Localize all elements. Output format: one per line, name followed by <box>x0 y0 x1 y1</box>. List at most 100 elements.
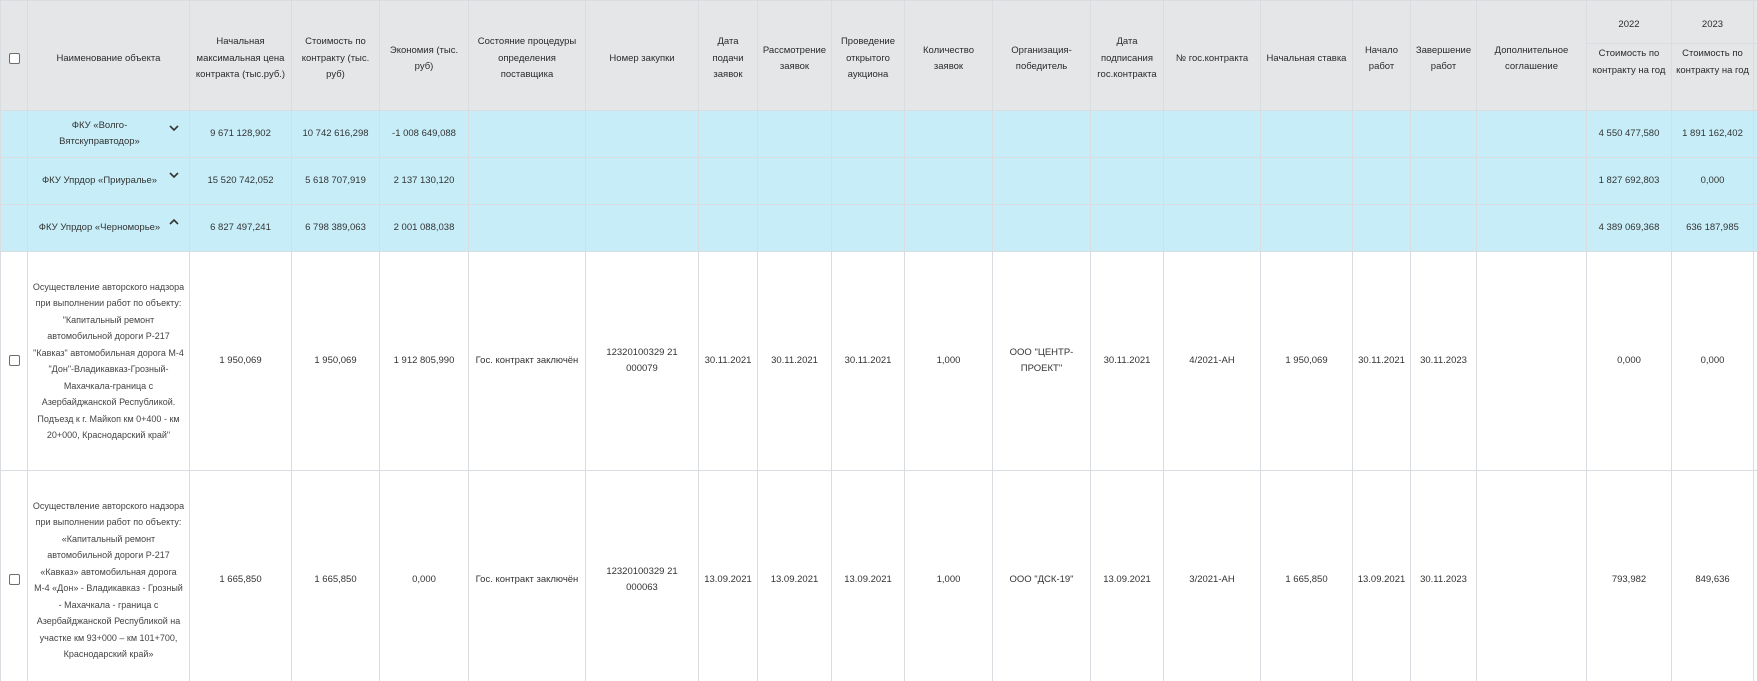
group-cost: 10 742 616,298 <box>291 110 380 158</box>
col-header-economy[interactable]: Экономия (тыс. руб) <box>379 0 469 111</box>
contract-no-value: 3/2021-АН <box>1163 470 1261 681</box>
group-economy: -1 008 649,088 <box>379 110 469 158</box>
col-header-extra-agreement[interactable]: Дополнительное соглашение <box>1476 0 1587 111</box>
col-header-submit-date[interactable]: Дата подачи заявок <box>698 0 758 111</box>
group-economy: 2 001 088,038 <box>379 204 469 252</box>
status-value: Гос. контракт заключён <box>468 251 586 471</box>
col-header-label: Начало работ <box>1364 44 1399 73</box>
col-header-year-2023[interactable]: 2023 <box>1671 0 1754 44</box>
empty-cell <box>468 110 586 158</box>
table-row[interactable]: Осуществление авторского надзора при вып… <box>0 470 1757 681</box>
contract-cost-value: 1 950,069 <box>291 251 380 471</box>
col-header-year-2022[interactable]: 2022 <box>1586 0 1672 44</box>
empty-cell <box>1476 157 1587 205</box>
col-header-work-end[interactable]: Завершение работ <box>1410 0 1477 111</box>
group-name-cell[interactable]: ФКУ «Волго-Вятскуправтодор» <box>27 110 190 158</box>
col-header-label: Дата подачи заявок <box>712 36 744 81</box>
group-row[interactable]: ФКУ «Волго-Вятскуправтодор» 9 671 128,90… <box>0 110 1757 158</box>
col-header-contract-no[interactable]: № гос.контракта <box>1163 0 1261 111</box>
col-header-label: Начальная максимальная цена контракта (т… <box>195 36 286 81</box>
col-header-auction[interactable]: Проведение открытого аукциона <box>831 0 905 111</box>
empty-cell <box>585 204 699 252</box>
economy-value: 0,000 <box>379 470 469 681</box>
row-select-cell[interactable] <box>0 470 28 681</box>
row-select-cell[interactable] <box>0 251 28 471</box>
select-all-checkbox[interactable] <box>8 52 20 64</box>
group-name-cell[interactable]: ФКУ Упрдор «Приуралье» <box>27 157 190 205</box>
col-header-start-rate[interactable]: Начальная ставка <box>1260 0 1353 111</box>
col-header-purchase-no[interactable]: Номер закупки <box>585 0 699 111</box>
work-start-value: 30.11.2021 <box>1352 251 1411 471</box>
group-row[interactable]: ФКУ Упрдор «Приуралье» 15 520 742,052 5 … <box>0 157 1757 205</box>
col-header-label: Стоимость по контракту (тыс. руб) <box>301 36 370 81</box>
group-year-2023: 1 891 162,402 <box>1671 110 1754 158</box>
col-header-label: Количество заявок <box>922 44 975 73</box>
row-checkbox[interactable] <box>8 354 20 366</box>
col-header-year-next[interactable]: С <box>1753 0 1757 44</box>
submit-date-value: 30.11.2021 <box>698 251 758 471</box>
col-header-winner[interactable]: Организация-победитель <box>992 0 1091 111</box>
chevron-up-icon[interactable] <box>167 215 181 229</box>
empty-cell <box>1163 204 1261 252</box>
status-value: Гос. контракт заключён <box>468 470 586 681</box>
auction-date-value: 13.09.2021 <box>831 470 905 681</box>
chevron-down-icon[interactable] <box>167 168 181 182</box>
group-name-cell[interactable]: ФКУ Упрдор «Черноморье» <box>27 204 190 252</box>
empty-cell <box>1753 110 1757 158</box>
empty-cell <box>1090 157 1164 205</box>
col-header-name[interactable]: Наименование объекта <box>27 0 190 111</box>
object-name: Осуществление авторского надзора при вып… <box>27 470 190 681</box>
year-2022-value: 793,982 <box>1586 470 1672 681</box>
sign-date-value: 13.09.2021 <box>1090 470 1164 681</box>
start-rate-value: 1 665,850 <box>1260 470 1353 681</box>
empty-cell <box>1163 157 1261 205</box>
economy-value: 1 912 805,990 <box>379 251 469 471</box>
empty-cell <box>1352 204 1411 252</box>
year-2023-value: 849,636 <box>1671 470 1754 681</box>
row-checkbox[interactable] <box>8 573 20 585</box>
empty-cell <box>757 204 832 252</box>
group-select-cell <box>0 204 28 252</box>
col-header-contract-cost[interactable]: Стоимость по контракту (тыс. руб) <box>291 0 380 111</box>
select-all-cell[interactable] <box>0 0 28 111</box>
sign-date-value: 30.11.2021 <box>1090 251 1164 471</box>
empty-cell <box>1090 110 1164 158</box>
extra-agreement-value <box>1476 470 1587 681</box>
empty-cell <box>1163 110 1261 158</box>
group-cost: 5 618 707,919 <box>291 157 380 205</box>
contracts-grid: Наименование объекта Начальная максималь… <box>0 0 1757 681</box>
col-header-label: Наименование объекта <box>56 52 161 64</box>
submit-date-value: 13.09.2021 <box>698 470 758 681</box>
col-subheader-label: Стоимость по контракту на год <box>1676 48 1749 76</box>
group-year-2022: 4 550 477,580 <box>1586 110 1672 158</box>
empty-cell <box>585 157 699 205</box>
col-header-review[interactable]: Рассмотрение заявок <box>757 0 832 111</box>
empty-cell <box>1753 470 1757 681</box>
group-name: ФКУ Упрдор «Приуралье» <box>41 174 158 186</box>
chevron-down-icon[interactable] <box>167 121 181 135</box>
col-header-bids[interactable]: Количество заявок <box>904 0 993 111</box>
contract-cost-value: 1 665,850 <box>291 470 380 681</box>
group-row[interactable]: ФКУ Упрдор «Черноморье» 6 827 497,241 6 … <box>0 204 1757 252</box>
group-nmck: 9 671 128,902 <box>189 110 292 158</box>
empty-cell <box>1260 204 1353 252</box>
work-end-value: 30.11.2023 <box>1410 251 1477 471</box>
review-date-value: 13.09.2021 <box>757 470 832 681</box>
empty-cell <box>1753 157 1757 205</box>
col-header-work-start[interactable]: Начало работ <box>1352 0 1411 111</box>
col-header-label: № гос.контракта <box>1175 52 1249 64</box>
nmck-value: 1 950,069 <box>189 251 292 471</box>
col-subheader-label: Стоимость по контракту на год <box>1592 48 1666 76</box>
col-header-label: Состояние процедуры определения поставщи… <box>477 36 577 81</box>
col-header-nmck[interactable]: Начальная максимальная цена контракта (т… <box>189 0 292 111</box>
col-header-label: Организация-победитель <box>1011 44 1072 73</box>
nmck-value: 1 665,850 <box>189 470 292 681</box>
col-header-status[interactable]: Состояние процедуры определения поставщи… <box>468 0 586 111</box>
col-header-sign-date[interactable]: Дата подписания гос.контракта <box>1090 0 1164 111</box>
empty-cell <box>1476 204 1587 252</box>
table-row[interactable]: Осуществление авторского надзора при вып… <box>0 251 1757 471</box>
empty-cell <box>1260 157 1353 205</box>
winner-value: ООО "ЦЕНТР-ПРОЕКТ" <box>992 251 1091 471</box>
empty-cell <box>698 204 758 252</box>
empty-cell <box>1090 204 1164 252</box>
